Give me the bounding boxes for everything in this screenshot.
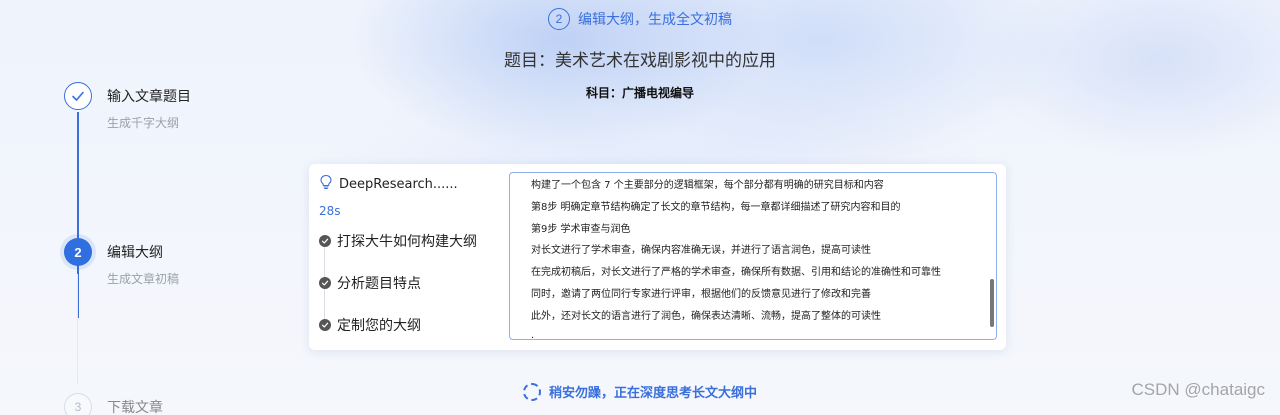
lightbulb-icon <box>319 174 333 194</box>
check-circle-icon <box>64 82 92 110</box>
step-input-title[interactable]: 输入文章题目 生成千字大纲 <box>64 82 191 131</box>
outline-stream-box[interactable]: 构建了一个包含 7 个主要部分的逻辑框架，每个部分都有明确的研究目标和内容 第8… <box>509 172 997 340</box>
loading-status: 稍安勿躁，正在深度思考长文大纲中 <box>0 382 1280 401</box>
outline-line: 第8步 明确定章节结构确定了长文的章节结构，每一章都详细描述了研究内容和目的 <box>531 201 901 213</box>
check-icon <box>319 318 331 331</box>
step-subtitle: 生成千字大纲 <box>107 116 180 130</box>
outline-line: 构建了一个包含 7 个主要部分的逻辑框架，每个部分都有明确的研究目标和内容 <box>531 180 884 191</box>
research-card: DeepResearch...... 28s 打探大牛如何构建大纲 分析题目特点… <box>309 164 1006 350</box>
current-step-label: 编辑大纲，生成全文初稿 <box>578 12 732 28</box>
elapsed-time: 28s <box>319 204 341 218</box>
outline-line: · <box>531 332 535 340</box>
watermark: CSDN @chataigc <box>1131 380 1265 399</box>
step-subtitle: 生成文章初稿 <box>107 272 180 286</box>
check-icon <box>319 276 331 289</box>
current-step-header: 2 编辑大纲，生成全文初稿 <box>0 8 1280 30</box>
loading-text: 稍安勿躁，正在深度思考长文大纲中 <box>548 386 757 401</box>
current-step-number: 2 <box>548 8 570 30</box>
outline-text: 构建了一个包含 7 个主要部分的逻辑框架，每个部分都有明确的研究目标和内容 第8… <box>510 173 996 340</box>
progress-stepper: 输入文章题目 生成千字大纲 2 编辑大纲 生成文章初稿 3 下载文章 <box>64 82 284 415</box>
task-list: 打探大牛如何构建大纲 分析题目特点 定制您的大纲 <box>319 230 504 335</box>
stepper-line-inactive <box>77 274 78 384</box>
outline-line: 同时，邀请了两位同行专家进行评审，根据他们的反馈意见进行了修改和完善 <box>531 288 871 300</box>
outline-line: 第9步 学术审查与润色 <box>531 223 631 235</box>
step-title: 输入文章题目 <box>107 89 191 105</box>
page-title: 题目：美术艺术在戏剧影视中的应用 <box>504 51 776 71</box>
outline-scrollbar[interactable] <box>990 279 994 327</box>
deep-research-panel: DeepResearch...... 28s 打探大牛如何构建大纲 分析题目特点… <box>319 174 504 344</box>
step-number-badge: 2 <box>64 238 92 266</box>
outline-line: 对长文进行了学术审查，确保内容准确无误，并进行了语言润色，提高可读性 <box>531 245 871 257</box>
check-icon <box>319 234 331 247</box>
deep-research-label: DeepResearch...... <box>339 176 458 192</box>
task-label: 定制您的大纲 <box>337 317 421 334</box>
outline-line: 在完成初稿后，对长文进行了严格的学术审查，确保所有数据、引用和结论的准确性和可靠… <box>531 267 941 279</box>
step-title: 编辑大纲 <box>107 245 163 261</box>
step-edit-outline[interactable]: 2 编辑大纲 生成文章初稿 <box>64 238 179 287</box>
outline-line: 此外，还对长文的语言进行了润色，确保表达清晰、流畅，提高了整体的可读性 <box>531 310 881 322</box>
task-item: 打探大牛如何构建大纲 <box>319 230 504 251</box>
task-item: 定制您的大纲 <box>319 314 504 335</box>
task-item: 分析题目特点 <box>319 272 504 293</box>
task-label: 打探大牛如何构建大纲 <box>337 233 477 250</box>
task-label: 分析题目特点 <box>337 275 421 292</box>
loading-spinner-icon <box>522 382 541 401</box>
